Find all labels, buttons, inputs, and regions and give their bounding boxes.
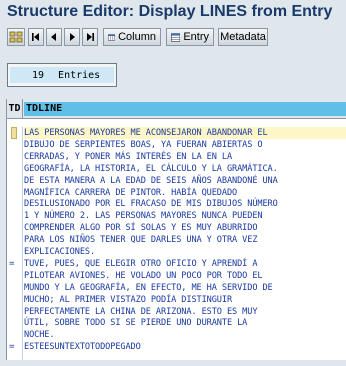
table-row-text[interactable]: CERRADAS, Y PONER MÁS INTERÉS EN LA EN L… [24, 151, 232, 163]
column-header-td[interactable]: TD [7, 99, 23, 118]
previous-page-button[interactable] [46, 28, 62, 46]
table-row-text[interactable]: PILOTEAR AVIONES. HE VOLADO UN POCO POR … [24, 270, 263, 282]
td-column: = = [7, 127, 23, 360]
entry-icon [171, 32, 181, 42]
previous-page-icon [51, 33, 56, 41]
table-row-text[interactable]: MUNDO Y LA GEOGRAFÍA, EN EFECTO, ME HA S… [24, 282, 273, 294]
table-row-text[interactable]: ÚTIL, SOBRE TODO SI SE PIERDE UNO DURANT… [24, 317, 247, 329]
table-row-text[interactable]: EXPLICACIONES. [24, 246, 95, 258]
last-page-button[interactable] [82, 28, 98, 46]
column-icon [108, 33, 116, 41]
toolbar: Column Entry Metadata [0, 26, 346, 48]
first-page-button[interactable] [28, 28, 44, 46]
row-cursor [11, 127, 17, 139]
entries-count: 19 [32, 69, 45, 81]
table-header: TD TDLINE [7, 99, 346, 119]
table-row-text[interactable]: MAGNÍFICA CARRERA DE PINTOR. HABÍA QUEDA… [24, 187, 237, 199]
entries-field: 19 Entries [10, 67, 114, 83]
table-row-text[interactable]: MUCHO; AL PRIMER VISTAZO PODÍA DISTINGUI… [24, 294, 232, 306]
table-row-text[interactable]: PARA LOS NIÑOS TENER QUE DARLES UNA Y OT… [24, 234, 258, 246]
column-button[interactable]: Column [103, 28, 161, 46]
column-header-tdline[interactable]: TDLINE [24, 102, 346, 116]
table-row-text[interactable]: 1 Y NÚMERO 2. LAS PERSONAS MAYORES NUNCA… [24, 210, 263, 222]
table-row-text[interactable]: TUVE, PUES, QUE ELEGIR OTRO OFICIO Y APR… [24, 258, 258, 270]
metadata-button-label: Metadata [220, 31, 266, 43]
next-page-icon [70, 33, 75, 41]
tdline-column: LAS PERSONAS MAYORES ME ACONSEJARON ABAN… [24, 127, 346, 360]
table-row-text[interactable]: PERFECTAMENTE LA CHINA DE ARIZONA. ESTO … [24, 306, 258, 318]
column-button-label: Column [118, 31, 156, 43]
title-bar: Structure Editor: Display LINES from Ent… [0, 0, 346, 26]
first-page-icon [32, 33, 39, 41]
last-page-icon [87, 33, 94, 41]
table-row-text[interactable]: LAS PERSONAS MAYORES ME ACONSEJARON ABAN… [24, 127, 346, 139]
metadata-button[interactable]: Metadata [218, 28, 268, 46]
entry-button-label: Entry [183, 31, 209, 43]
entries-summary: 19 Entries [7, 63, 117, 87]
choose-button[interactable] [7, 28, 25, 46]
lines-table: TD TDLINE = = LAS PERSONAS MAYORES ME ACO… [6, 99, 346, 360]
entry-button[interactable]: Entry [166, 28, 214, 46]
choose-icon [9, 31, 23, 43]
window-title: Structure Editor: Display LINES from Ent… [7, 3, 333, 20]
table-row-text[interactable]: NOCHE. [24, 329, 55, 341]
table-body: = = LAS PERSONAS MAYORES ME ACONSEJARON A… [7, 127, 346, 360]
table-row-text[interactable]: DESILUSIONADO POR EL FRACASO DE MIS DIBU… [24, 198, 278, 210]
entries-label: Entries [58, 69, 101, 81]
next-page-button[interactable] [64, 28, 80, 46]
table-row-text[interactable]: GEOGRAFÍA, LA HISTORIA, EL CÁLCULO Y LA … [24, 163, 278, 175]
table-row-text[interactable]: DIBUJO DE SERPIENTES BOAS, YA FUERAN ABI… [24, 139, 263, 151]
header-spacer [7, 119, 346, 127]
table-row-text[interactable]: DE ESTA MANERA A LA EDAD DE SEIS AÑOS AB… [24, 175, 278, 187]
table-row-text[interactable]: COMPRENDER ALGO POR SÍ SOLAS Y ES MUY AB… [24, 222, 258, 234]
table-row-td[interactable]: = [9, 258, 14, 270]
table-row-text[interactable]: ESTEESUNTEXTOTODOPEGADO [24, 341, 141, 353]
table-row-td[interactable]: = [9, 341, 14, 353]
